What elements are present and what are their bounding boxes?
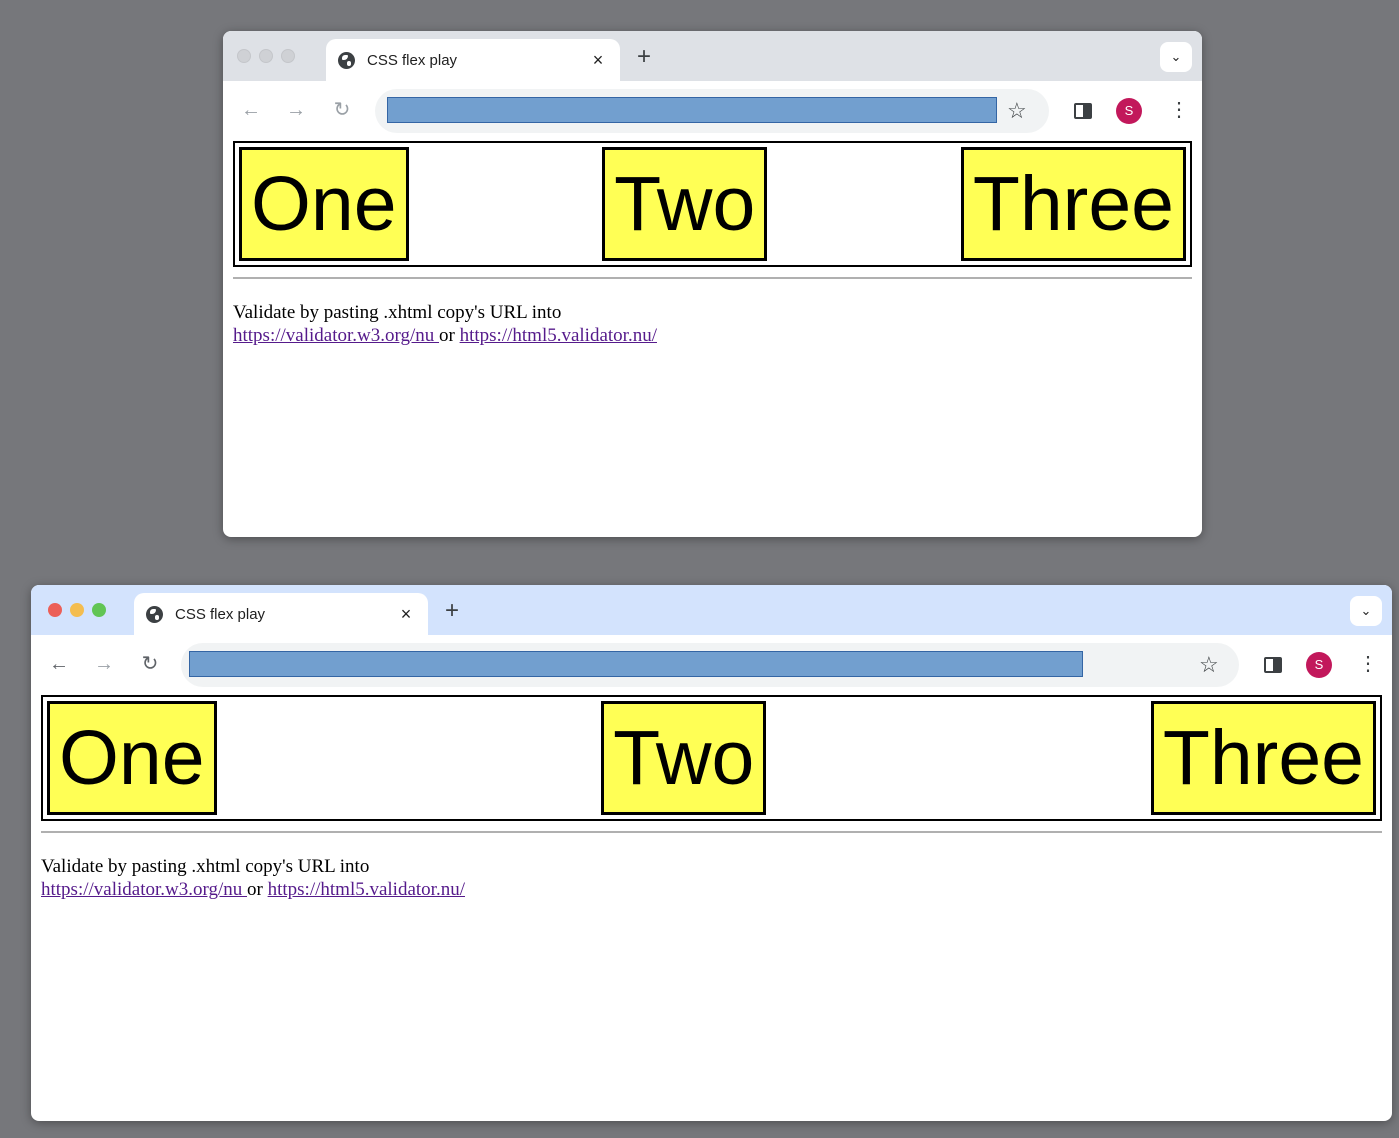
address-bar[interactable]: ☆ xyxy=(375,89,1049,133)
profile-avatar[interactable]: S xyxy=(1306,652,1332,678)
forward-button[interactable]: → xyxy=(91,651,117,677)
flex-item-one: One xyxy=(239,147,409,261)
flex-item-three: Three xyxy=(1150,701,1376,815)
horizontal-rule xyxy=(41,831,1382,833)
tab-css-flex-play[interactable]: CSS flex play × xyxy=(326,39,620,81)
close-tab-icon[interactable]: × xyxy=(396,604,416,625)
back-button[interactable]: ← xyxy=(46,651,72,677)
browser-window-wide: CSS flex play × + ⌄ ← → ↻ ☆ S ⋮ One Two … xyxy=(31,585,1392,1121)
menu-icon[interactable]: ⋮ xyxy=(1358,651,1378,677)
flex-item-one: One xyxy=(47,701,217,815)
address-bar[interactable]: ☆ xyxy=(181,643,1239,687)
profile-avatar[interactable]: S xyxy=(1116,98,1142,124)
flex-item-three: Three xyxy=(960,147,1186,261)
new-tab-button[interactable]: + xyxy=(445,598,459,624)
w3c-validator-link[interactable]: https://validator.w3.org/nu xyxy=(41,879,247,900)
tab-css-flex-play[interactable]: CSS flex play × xyxy=(134,593,428,635)
globe-icon xyxy=(146,605,163,623)
tab-search-button[interactable]: ⌄ xyxy=(1350,596,1382,626)
flex-container: One Two Three xyxy=(41,695,1382,821)
tab-title: CSS flex play xyxy=(175,605,266,623)
horizontal-rule xyxy=(233,277,1192,279)
reload-button[interactable]: ↻ xyxy=(329,97,355,123)
side-panel-icon[interactable] xyxy=(1264,657,1282,673)
html5-validator-link[interactable]: https://html5.validator.nu/ xyxy=(460,325,657,346)
or-text: or xyxy=(247,879,268,900)
tab-strip: CSS flex play × + ⌄ xyxy=(223,31,1202,81)
forward-button[interactable]: → xyxy=(283,97,309,123)
tab-search-button[interactable]: ⌄ xyxy=(1160,42,1192,72)
bookmark-star-icon[interactable]: ☆ xyxy=(1199,652,1219,678)
side-panel-icon[interactable] xyxy=(1074,103,1092,119)
validation-note: Validate by pasting .xhtml copy's URL in… xyxy=(233,301,1192,347)
url-selection xyxy=(189,651,1083,677)
traffic-lights xyxy=(48,603,106,617)
toolbar: ← → ↻ ☆ S ⋮ xyxy=(223,81,1202,141)
close-window-button[interactable] xyxy=(48,603,62,617)
reload-button[interactable]: ↻ xyxy=(137,651,163,677)
globe-icon xyxy=(338,51,355,69)
browser-window-narrow: CSS flex play × + ⌄ ← → ↻ ☆ S ⋮ One Two … xyxy=(223,31,1202,537)
validation-note: Validate by pasting .xhtml copy's URL in… xyxy=(41,855,1382,901)
validation-text: Validate by pasting .xhtml copy's URL in… xyxy=(41,856,370,877)
back-button[interactable]: ← xyxy=(238,97,264,123)
tab-strip: CSS flex play × + ⌄ xyxy=(31,585,1392,635)
flex-container: One Two Three xyxy=(233,141,1192,267)
page-content: One Two Three Validate by pasting .xhtml… xyxy=(31,695,1392,901)
page-content: One Two Three Validate by pasting .xhtml… xyxy=(223,141,1202,347)
new-tab-button[interactable]: + xyxy=(637,44,651,70)
close-tab-icon[interactable]: × xyxy=(588,50,608,71)
tab-title: CSS flex play xyxy=(367,51,458,69)
menu-icon[interactable]: ⋮ xyxy=(1169,97,1189,123)
zoom-window-button[interactable] xyxy=(92,603,106,617)
flex-item-two: Two xyxy=(601,701,767,815)
zoom-window-button[interactable] xyxy=(281,49,295,63)
bookmark-star-icon[interactable]: ☆ xyxy=(1007,98,1027,124)
minimize-window-button[interactable] xyxy=(70,603,84,617)
validation-text: Validate by pasting .xhtml copy's URL in… xyxy=(233,302,562,323)
flex-item-two: Two xyxy=(602,147,768,261)
close-window-button[interactable] xyxy=(237,49,251,63)
html5-validator-link[interactable]: https://html5.validator.nu/ xyxy=(268,879,465,900)
toolbar: ← → ↻ ☆ S ⋮ xyxy=(31,635,1392,695)
traffic-lights xyxy=(237,49,295,63)
url-selection xyxy=(387,97,997,123)
w3c-validator-link[interactable]: https://validator.w3.org/nu xyxy=(233,325,439,346)
minimize-window-button[interactable] xyxy=(259,49,273,63)
or-text: or xyxy=(439,325,460,346)
